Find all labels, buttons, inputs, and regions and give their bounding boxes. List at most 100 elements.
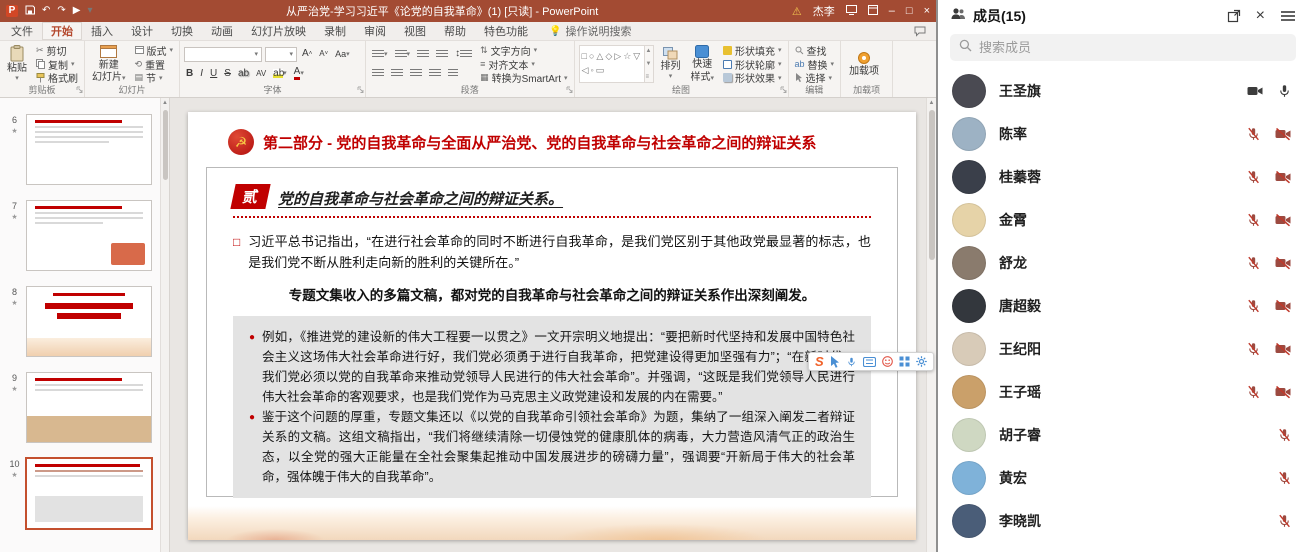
emoji-icon[interactable]: [882, 356, 893, 367]
cam-muted-icon[interactable]: [1274, 341, 1292, 357]
layout-button[interactable]: 版式▾: [133, 44, 176, 57]
clipboard-dialog-launcher[interactable]: [76, 85, 83, 96]
bullets-icon[interactable]: ▾: [370, 50, 390, 59]
member-search-input[interactable]: [979, 40, 1287, 55]
member-search[interactable]: [950, 34, 1296, 61]
member-row[interactable]: 王圣旗: [938, 69, 1308, 112]
cam-muted-icon[interactable]: [1274, 126, 1292, 142]
paste-button[interactable]: 粘贴▾: [4, 43, 30, 85]
ribbon-tab-4[interactable]: 切换: [162, 22, 202, 40]
slide-thumbnail-8[interactable]: 8★: [8, 286, 159, 357]
underline-button[interactable]: U: [208, 69, 219, 79]
minimize-button[interactable]: –: [889, 6, 895, 17]
decrease-indent-icon[interactable]: [415, 50, 431, 59]
italic-button[interactable]: I: [198, 69, 205, 79]
slide-thumbnail-7[interactable]: 7★: [8, 200, 159, 271]
member-row[interactable]: 桂蓁蓉: [938, 155, 1308, 198]
strikethrough-button[interactable]: S: [222, 69, 233, 79]
paragraph-dialog-launcher[interactable]: [566, 85, 573, 96]
cursor-icon[interactable]: [830, 356, 840, 368]
redo-icon[interactable]: ↷: [57, 6, 65, 16]
ime-mic-icon[interactable]: [846, 356, 857, 368]
align-center-icon[interactable]: [389, 69, 405, 78]
gear-icon[interactable]: [916, 356, 927, 367]
cut-button[interactable]: ✂剪切: [34, 44, 80, 57]
slide-scrollbar[interactable]: ▲: [926, 98, 936, 552]
line-spacing-icon[interactable]: ↕: [453, 49, 474, 59]
font-size-select[interactable]: ▾: [265, 47, 297, 62]
numbering-icon[interactable]: ▾: [393, 50, 413, 59]
font-color-icon[interactable]: A▾: [292, 67, 306, 80]
cam-muted-icon[interactable]: [1274, 255, 1292, 271]
mic-muted-icon[interactable]: [1246, 384, 1261, 400]
thumbnail-preview[interactable]: [26, 458, 152, 529]
grid-icon[interactable]: [899, 356, 910, 367]
sogou-logo-icon[interactable]: S: [815, 355, 824, 368]
comments-icon[interactable]: [914, 22, 936, 40]
save-icon[interactable]: [25, 5, 35, 18]
maximize-button[interactable]: □: [906, 6, 913, 17]
shape-effects-button[interactable]: 形状效果▾: [721, 71, 784, 84]
character-spacing-icon[interactable]: AV: [254, 70, 268, 78]
addins-button[interactable]: 加载项: [845, 43, 883, 85]
ribbon-tab-11[interactable]: 特色功能: [475, 22, 537, 40]
member-row[interactable]: 舒龙: [938, 241, 1308, 284]
quick-styles-button[interactable]: 快速 样式▾: [688, 43, 718, 85]
highlight-color-icon[interactable]: ab▾: [271, 69, 289, 78]
mic-muted-icon[interactable]: [1246, 255, 1261, 271]
align-text-button[interactable]: ≡对齐文本▾: [478, 58, 569, 71]
mic-muted-icon[interactable]: [1277, 513, 1292, 529]
arrange-button[interactable]: 排列▾: [658, 43, 684, 85]
text-direction-button[interactable]: ⇅文字方向▾: [478, 44, 569, 57]
text-shadow-button[interactable]: ab: [236, 69, 251, 79]
ribbon-tab-2[interactable]: 插入: [82, 22, 122, 40]
start-slideshow-icon[interactable]: ▶: [73, 6, 81, 16]
ribbon-display-options-icon[interactable]: [868, 5, 878, 18]
font-name-select[interactable]: ▾: [184, 47, 262, 62]
member-row[interactable]: 黄宏: [938, 456, 1308, 499]
find-button[interactable]: 查找: [793, 44, 837, 57]
ribbon-tab-9[interactable]: 视图: [395, 22, 435, 40]
cam-muted-icon[interactable]: [1274, 169, 1292, 185]
keyboard-icon[interactable]: [863, 357, 876, 367]
member-row[interactable]: 胡子睿: [938, 413, 1308, 456]
increase-font-icon[interactable]: A˄: [300, 49, 314, 59]
shape-fill-button[interactable]: 形状填充▾: [721, 44, 784, 57]
thumbnail-preview[interactable]: [26, 372, 152, 443]
current-slide[interactable]: ☭ 第二部分 - 党的自我革命与全面从严治党、党的自我革命与社会革命之间的辩证关…: [188, 112, 916, 540]
ribbon-tab-8[interactable]: 审阅: [355, 22, 395, 40]
thumbnail-preview[interactable]: [26, 286, 152, 357]
mic-muted-icon[interactable]: [1246, 126, 1261, 142]
mic-muted-icon[interactable]: [1277, 470, 1292, 486]
menu-icon[interactable]: [1280, 10, 1296, 22]
columns-icon[interactable]: [446, 69, 460, 78]
slide-thumbnail-9[interactable]: 9★: [8, 372, 159, 443]
ribbon-tab-7[interactable]: 录制: [315, 22, 355, 40]
warning-icon[interactable]: ⚠: [792, 5, 802, 18]
cam-muted-icon[interactable]: [1274, 298, 1292, 314]
smartart-button[interactable]: ▦转换为SmartArt▾: [478, 71, 569, 84]
close-button[interactable]: ×: [924, 6, 930, 17]
align-right-icon[interactable]: [408, 69, 424, 78]
section-button[interactable]: ▤节▾: [133, 71, 176, 84]
member-row[interactable]: 唐超毅: [938, 284, 1308, 327]
customize-qat-icon[interactable]: ▾: [87, 6, 92, 16]
slide-thumbnail-10[interactable]: 10★: [8, 458, 159, 529]
cam-muted-icon[interactable]: [1274, 212, 1292, 228]
mic-muted-icon[interactable]: [1246, 212, 1261, 228]
thumbnail-preview[interactable]: [26, 114, 152, 185]
font-dialog-launcher[interactable]: [357, 85, 364, 96]
thumbnail-preview[interactable]: [26, 200, 152, 271]
member-row[interactable]: 王子瑶: [938, 370, 1308, 413]
thumbnail-scrollbar[interactable]: ▲: [160, 98, 169, 552]
change-case-icon[interactable]: Aa▾: [333, 50, 352, 59]
shape-outline-button[interactable]: 形状轮廓▾: [721, 58, 784, 71]
cam-on-icon[interactable]: [1246, 83, 1264, 99]
replace-button[interactable]: ab替换▾: [793, 58, 837, 71]
ribbon-tab-3[interactable]: 设计: [122, 22, 162, 40]
member-row[interactable]: 金霄: [938, 198, 1308, 241]
mic-muted-icon[interactable]: [1246, 169, 1261, 185]
mic-muted-icon[interactable]: [1277, 427, 1292, 443]
decrease-font-icon[interactable]: A˅: [317, 50, 330, 58]
close-panel-icon[interactable]: ×: [1256, 8, 1265, 24]
